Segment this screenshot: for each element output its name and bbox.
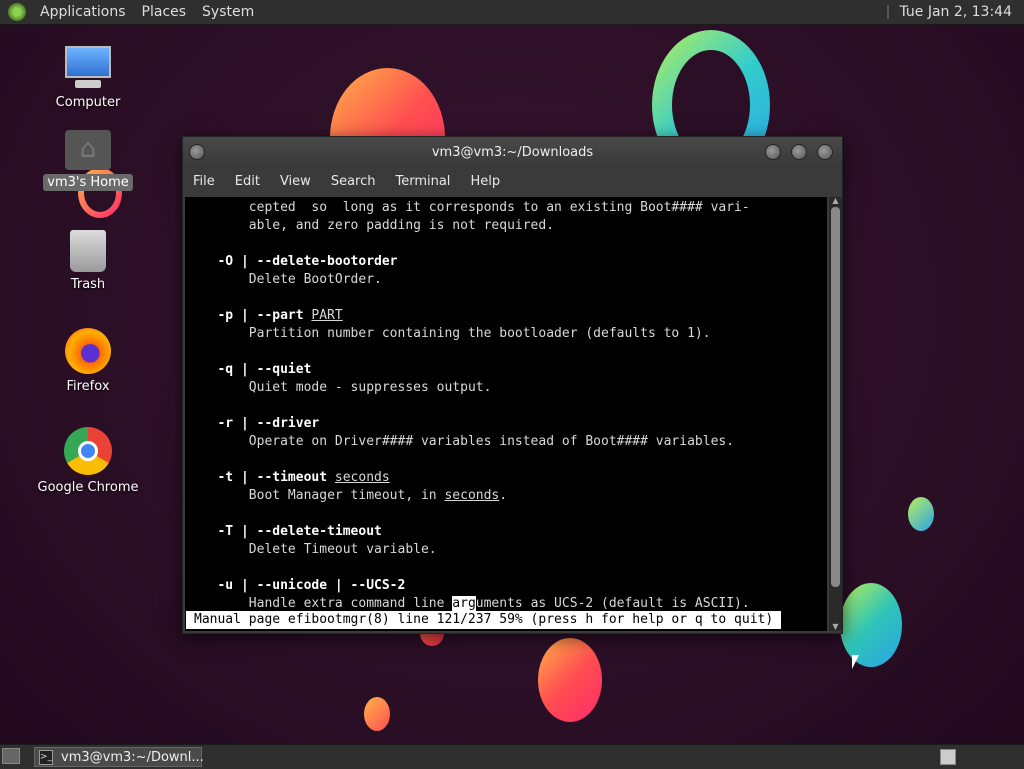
window-menubar: File Edit View Search Terminal Help <box>183 167 842 195</box>
terminal-line: Partition number containing the bootload… <box>194 325 827 343</box>
menu-terminal[interactable]: Terminal <box>385 174 460 189</box>
terminal-text: Boot Manager timeout, in <box>248 488 445 503</box>
menu-file[interactable]: File <box>183 174 225 189</box>
terminal-line: -u | --unicode | --UCS-2 <box>194 577 827 595</box>
terminal-text: -T | --delete-timeout <box>217 524 382 539</box>
terminal-text: seconds <box>334 470 390 485</box>
terminal-text: Delete Timeout variable. <box>248 542 437 557</box>
firefox-icon <box>65 328 111 374</box>
menu-edit[interactable]: Edit <box>225 174 270 189</box>
menu-view[interactable]: View <box>270 174 321 189</box>
taskbar-label: vm3@vm3:~/Downl... <box>61 749 204 765</box>
terminal-text: -O | --delete-bootorder <box>217 254 398 269</box>
places-menu[interactable]: Places <box>134 4 195 20</box>
terminal-text: able, and zero padding is not required. <box>248 218 555 233</box>
desktop-icon-label: Trash <box>70 277 106 292</box>
terminal-text: Partition number containing the bootload… <box>248 326 711 341</box>
workspace-switcher[interactable] <box>940 749 956 765</box>
wallpaper-blob <box>908 497 934 531</box>
trash-icon <box>70 230 106 272</box>
top-panel: Applications Places System Tue Jan 2, 13… <box>0 0 1024 25</box>
terminal-output[interactable]: cepted so long as it corresponds to an e… <box>185 197 827 631</box>
home-folder-icon <box>65 130 111 170</box>
applications-menu[interactable]: Applications <box>32 4 134 20</box>
desktop-icon-label: Firefox <box>66 379 110 394</box>
mouse-pointer-icon <box>852 655 859 669</box>
terminal-text: . <box>499 488 508 503</box>
distro-logo-icon[interactable] <box>8 3 26 21</box>
minimize-button[interactable] <box>765 144 781 160</box>
terminal-line: -p | --part PART <box>194 307 827 325</box>
desktop-icon-label: Google Chrome <box>37 480 139 495</box>
terminal-line: cepted so long as it corresponds to an e… <box>194 199 827 217</box>
terminal-line: Delete BootOrder. <box>194 271 827 289</box>
terminal-text: seconds <box>444 488 500 503</box>
clock[interactable]: Tue Jan 2, 13:44 <box>899 4 1024 20</box>
maximize-button[interactable] <box>791 144 807 160</box>
terminal-text: Delete BootOrder. <box>248 272 382 287</box>
terminal-text: -r | --driver <box>217 416 320 431</box>
close-button[interactable] <box>817 144 833 160</box>
terminal-text: cepted so long as it corresponds to an e… <box>248 200 750 215</box>
scroll-down-icon[interactable]: ▼ <box>831 623 840 631</box>
desktop-icon-label: vm3's Home <box>43 174 133 191</box>
terminal-line: Operate on Driver#### variables instead … <box>194 433 827 451</box>
man-page-text: cepted so long as it corresponds to an e… <box>185 197 827 613</box>
scroll-up-icon[interactable]: ▲ <box>831 197 840 205</box>
taskbar-terminal-button[interactable]: >_ vm3@vm3:~/Downl... <box>34 747 204 767</box>
terminal-line: -t | --timeout seconds <box>194 469 827 487</box>
computer-icon <box>63 46 113 90</box>
terminal-line: -q | --quiet <box>194 361 827 379</box>
terminal-line: able, and zero padding is not required. <box>194 217 827 235</box>
panel-separator <box>887 5 890 19</box>
menu-help[interactable]: Help <box>460 174 510 189</box>
desktop-icon-computer[interactable]: Computer <box>33 46 143 111</box>
terminal-text: PART <box>311 308 343 323</box>
terminal-icon: >_ <box>39 749 54 765</box>
desktop-icon-home[interactable]: vm3's Home <box>33 130 143 191</box>
terminal-line: Quiet mode - suppresses output. <box>194 379 827 397</box>
terminal-text: uments as UCS-2 (default is ASCII). <box>475 596 750 611</box>
terminal-line: Boot Manager timeout, in seconds. <box>194 487 827 505</box>
desktop-icon-trash[interactable]: Trash <box>33 230 143 293</box>
terminal-line: -r | --driver <box>194 415 827 433</box>
window-titlebar[interactable]: vm3@vm3:~/Downloads <box>183 137 842 167</box>
terminal-text: Operate on Driver#### variables instead … <box>248 434 735 449</box>
terminal-line: -O | --delete-bootorder <box>194 253 827 271</box>
desktop-icon-label: Computer <box>55 95 121 110</box>
text-selection: arg <box>452 596 476 611</box>
terminal-line: -T | --delete-timeout <box>194 523 827 541</box>
terminal-text: -u | --unicode | --UCS-2 <box>217 578 406 593</box>
terminal-text: Handle extra command line <box>248 596 453 611</box>
terminal-text: -p | --part <box>217 308 304 323</box>
chrome-icon <box>64 427 112 475</box>
terminal-window[interactable]: vm3@vm3:~/Downloads File Edit View Searc… <box>182 136 843 634</box>
system-menu[interactable]: System <box>194 4 262 20</box>
window-title: vm3@vm3:~/Downloads <box>431 144 594 160</box>
terminal-scrollbar[interactable]: ▲ ▼ <box>829 197 842 631</box>
terminal-line: Delete Timeout variable. <box>194 541 827 559</box>
wallpaper-blob <box>538 638 602 722</box>
menu-search[interactable]: Search <box>321 174 386 189</box>
terminal-text: -t | --timeout <box>217 470 328 485</box>
wallpaper-blob <box>364 697 390 731</box>
pager-status-line: Manual page efibootmgr(8) line 121/237 5… <box>186 611 782 629</box>
bottom-panel: >_ vm3@vm3:~/Downl... <box>0 744 1024 769</box>
scrollbar-thumb[interactable] <box>831 207 840 587</box>
show-desktop-button[interactable] <box>2 748 20 764</box>
terminal-text: Quiet mode - suppresses output. <box>248 380 492 395</box>
desktop-icon-firefox[interactable]: Firefox <box>33 328 143 395</box>
desktop-icon-chrome[interactable]: Google Chrome <box>33 427 143 496</box>
wallpaper-blob <box>840 583 902 667</box>
terminal-text: -q | --quiet <box>217 362 312 377</box>
